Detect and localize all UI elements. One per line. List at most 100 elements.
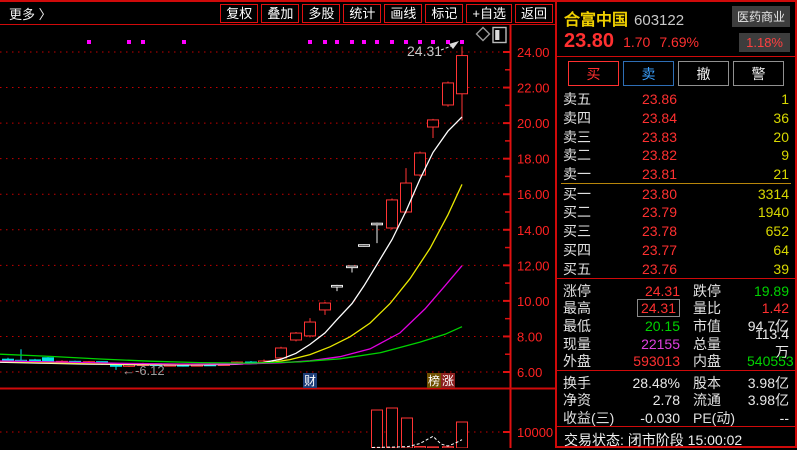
watermark-text: 榜 bbox=[428, 373, 440, 388]
stat-value-text: -0.030 bbox=[640, 410, 680, 426]
level-label: 卖五 bbox=[563, 89, 607, 109]
stat-value-text: 2.78 bbox=[653, 392, 680, 408]
trade-button-sell[interactable]: 卖 bbox=[623, 61, 674, 86]
watermark-text: 涨 bbox=[442, 373, 454, 388]
stat-value-text: 20.15 bbox=[645, 318, 680, 334]
industry-change-pct[interactable]: 1.18% bbox=[739, 33, 790, 52]
limit-up-dot bbox=[87, 40, 91, 44]
toolbar-button[interactable]: 复权 bbox=[220, 4, 258, 23]
bid-row[interactable]: 买一23.803314 bbox=[563, 184, 789, 203]
stat-value: 3.98亿 bbox=[747, 390, 789, 410]
limit-up-dot bbox=[375, 40, 379, 44]
limit-up-dot bbox=[446, 40, 450, 44]
limit-up-dot bbox=[335, 40, 339, 44]
candle-body bbox=[332, 285, 343, 287]
bid-row[interactable]: 买四23.7764 bbox=[563, 241, 789, 260]
stats-grid-2: 换手28.48%股本3.98亿净资2.78流通3.98亿收益(三)-0.030P… bbox=[563, 374, 789, 427]
stat-label: 外盘 bbox=[563, 351, 625, 371]
volume-bar bbox=[387, 408, 398, 448]
ask-row[interactable]: 卖五23.861 bbox=[563, 90, 789, 109]
stat-value: -0.030 bbox=[625, 410, 680, 426]
low-price-annotation: ←-6.12 bbox=[122, 363, 165, 378]
diamond-marker-icon[interactable] bbox=[477, 28, 490, 41]
trade-button-alert[interactable]: 警 bbox=[733, 61, 784, 86]
volume-ma-line bbox=[372, 436, 462, 447]
stat-value-text: 593013 bbox=[633, 353, 680, 369]
level-label: 卖三 bbox=[563, 127, 607, 147]
toolbar-button[interactable]: 返回 bbox=[515, 4, 553, 23]
ask-row[interactable]: 卖一23.8121 bbox=[563, 165, 789, 184]
candle-body bbox=[443, 83, 454, 105]
y-axis-label: 24.00 bbox=[517, 45, 550, 60]
stat-label: 收益(三) bbox=[563, 408, 625, 428]
ask-row[interactable]: 卖二23.829 bbox=[563, 146, 789, 165]
stat-value: 2.78 bbox=[625, 392, 680, 408]
candle-body bbox=[347, 266, 358, 268]
level-volume: 652 bbox=[677, 223, 789, 239]
y-axis-label: 20.00 bbox=[517, 116, 550, 131]
ma-green bbox=[0, 327, 462, 363]
level-price: 23.76 bbox=[607, 261, 677, 277]
stat-value: -- bbox=[747, 410, 789, 426]
volume-bar bbox=[372, 410, 383, 448]
toolbar-button[interactable]: +自选 bbox=[466, 4, 512, 23]
bid-row[interactable]: 买三23.78652 bbox=[563, 222, 789, 241]
level-label: 买五 bbox=[563, 259, 607, 279]
limit-up-dot bbox=[141, 40, 145, 44]
level-price: 23.79 bbox=[607, 204, 677, 220]
level-price: 23.80 bbox=[607, 186, 677, 202]
limit-up-dot bbox=[308, 40, 312, 44]
toolbar-button[interactable]: 多股 bbox=[302, 4, 340, 23]
bid-row[interactable]: 买五23.7639 bbox=[563, 259, 789, 278]
level-price: 23.82 bbox=[607, 147, 677, 163]
candle-body bbox=[428, 120, 439, 127]
trade-button-buy[interactable]: 买 bbox=[568, 61, 619, 86]
stat-value: 593013 bbox=[625, 353, 680, 369]
stat-value-text: 24.31 bbox=[637, 299, 680, 317]
level-volume: 36 bbox=[677, 110, 789, 126]
bid-row[interactable]: 买二23.791940 bbox=[563, 203, 789, 222]
level-volume: 1940 bbox=[677, 204, 789, 220]
industry-badge[interactable]: 医药商业 bbox=[732, 6, 790, 27]
limit-up-dot bbox=[127, 40, 131, 44]
limit-up-dot bbox=[460, 40, 464, 44]
annotation-arrowhead bbox=[449, 41, 459, 49]
level-price: 23.78 bbox=[607, 223, 677, 239]
panel-toggle-icon[interactable] bbox=[493, 28, 506, 43]
toolbar-button[interactable]: 叠加 bbox=[261, 4, 299, 23]
level-label: 买三 bbox=[563, 221, 607, 241]
y-axis-label: 18.00 bbox=[517, 152, 550, 167]
stat-label: PE(动) bbox=[693, 408, 747, 428]
level-price: 23.86 bbox=[607, 91, 677, 107]
stat-row: 收益(三) -0.030 PE(动)-- bbox=[563, 409, 789, 427]
stats-grid: 涨停24.31跌停19.89最高24.31量比1.42最低20.15市值94.7… bbox=[563, 282, 789, 370]
ask-row[interactable]: 卖三23.8320 bbox=[563, 127, 789, 146]
toolbar-button[interactable]: 统计 bbox=[343, 4, 381, 23]
stat-value: 19.89 bbox=[747, 283, 789, 299]
stat-value: 22155 bbox=[625, 336, 680, 352]
ask-row[interactable]: 卖四23.8436 bbox=[563, 109, 789, 128]
candle-body bbox=[457, 56, 468, 94]
stat-row: 现量22155总量113.4万 bbox=[563, 335, 789, 353]
stat-row: 净资2.78流通3.98亿 bbox=[563, 392, 789, 410]
ma-white bbox=[0, 117, 462, 365]
more-menu[interactable]: 更多 〉 bbox=[0, 4, 52, 23]
stock-code: 603122 bbox=[634, 12, 684, 29]
level-volume: 9 bbox=[677, 147, 789, 163]
limit-up-dot bbox=[362, 40, 366, 44]
toolbar-button[interactable]: 标记 bbox=[425, 4, 463, 23]
y-axis-label: 22.00 bbox=[517, 81, 550, 96]
candle-body bbox=[291, 333, 302, 340]
trade-button-cancel[interactable]: 撤 bbox=[678, 61, 729, 86]
level-volume: 20 bbox=[677, 129, 789, 145]
volume-axis-label: 10000 bbox=[517, 425, 553, 440]
level-volume: 64 bbox=[677, 242, 789, 258]
order-book: 卖五23.861卖四23.8436卖三23.8320卖二23.829卖一23.8… bbox=[563, 90, 789, 278]
stat-value: 28.48% bbox=[625, 375, 680, 391]
toolbar-button[interactable]: 画线 bbox=[384, 4, 422, 23]
stat-value-text: 24.31 bbox=[645, 283, 680, 299]
candlestick-chart[interactable]: 24.0022.0020.0018.0016.0014.0012.0010.00… bbox=[0, 0, 556, 448]
candle-body bbox=[276, 348, 287, 358]
divider bbox=[557, 56, 795, 57]
level-label: 买四 bbox=[563, 240, 607, 260]
